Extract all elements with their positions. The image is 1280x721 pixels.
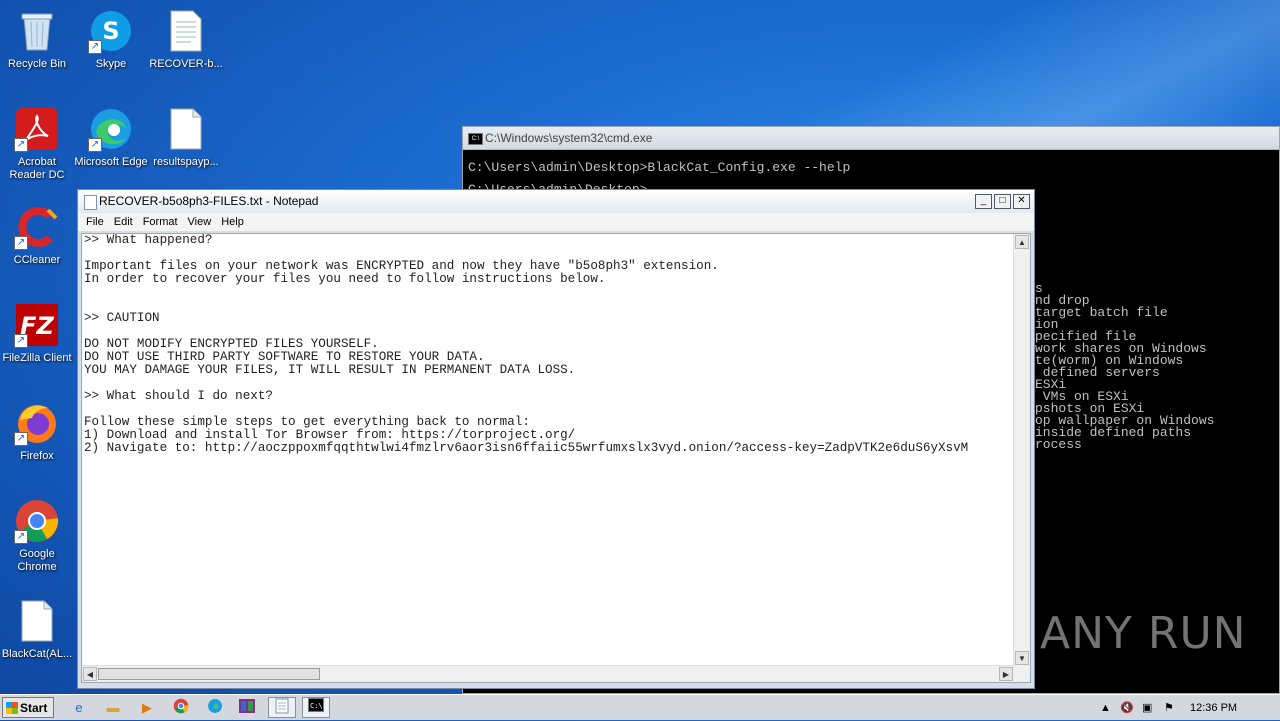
cmd-title: C:\Windows\system32\cmd.exe [485,131,653,145]
desktop-icon-blackcat[interactable]: BlackCat(AL... [0,598,74,661]
menu-view[interactable]: View [183,213,217,231]
cmd-command-line: C:\Users\admin\Desktop>BlackCat_Config.e… [468,160,851,175]
clock[interactable]: 12:36 PM [1190,695,1237,721]
desktop-icon-resultspayp[interactable]: resultspayp... [149,106,223,169]
cmd-icon: C:\ [468,133,483,145]
network-icon[interactable]: ▣ [1142,695,1152,721]
desktop-icon-ccleaner[interactable]: ↗ CCleaner [0,204,74,267]
desktop-icon-acrobat[interactable]: ↗ Acrobat Reader DC [0,106,74,182]
notepad-taskbar-button[interactable] [268,697,296,718]
ie-icon[interactable]: e [68,698,90,718]
desktop-icon-skype[interactable]: S ↗ Skype [74,8,148,71]
icon-label: RECOVER-b... [149,58,223,70]
filezilla-icon: FZ ↗ [14,302,60,348]
start-button[interactable]: Start [2,697,54,718]
svg-text:C:\: C:\ [310,702,323,710]
editor-content[interactable]: >> What happened? Important files on you… [84,234,1014,455]
firefox-icon: ↗ [14,400,60,446]
shortcut-arrow-icon: ↗ [14,530,28,544]
desktop-icon-chrome[interactable]: ↗ Google Chrome [0,498,74,574]
icon-label: FileZilla Client [2,352,72,364]
horizontal-scroll-thumb[interactable] [98,668,320,680]
maximize-button[interactable]: □ [994,194,1011,209]
shortcut-arrow-icon: ↗ [14,432,28,446]
menu-help[interactable]: Help [216,213,249,231]
icon-label: Acrobat Reader DC [9,156,65,181]
explorer-folder-icon[interactable]: ▬ [102,698,124,718]
notepad-window[interactable]: RECOVER-b5o8ph3-FILES.txt - Notepad _ □ … [77,189,1035,689]
system-tray: ▲ 🔇 ▣ ⚑ 12:36 PM [1100,695,1280,721]
desktop-icon-filezilla[interactable]: FZ ↗ FileZilla Client [0,302,74,365]
icon-label: resultspayp... [153,156,219,168]
svg-text:S: S [102,17,119,45]
skype-icon: S ↗ [88,8,134,54]
acrobat-icon: ↗ [14,106,60,152]
taskbar: Start e ▬ ▶ C:\ ▲ 🔇 ▣ ⚑ 12:36 PM [0,694,1280,720]
file-icon [163,106,209,152]
anyrun-watermark: ANY RUN [1040,608,1247,659]
shortcut-arrow-icon: ↗ [14,138,28,152]
icon-label: Recycle Bin [7,58,67,70]
minimize-button[interactable]: _ [975,194,992,209]
scroll-up-icon[interactable]: ▲ [1015,235,1029,249]
icon-label: BlackCat(AL... [1,648,73,660]
desktop-icon-edge[interactable]: ↗ Microsoft Edge [74,106,148,169]
icon-label: CCleaner [13,254,61,266]
icon-label: Microsoft Edge [74,156,148,168]
cmd-help-output: s nd drop target batch file ion pecified… [1035,281,1215,452]
resize-grip[interactable] [1014,666,1030,682]
chrome-taskbar-icon[interactable] [170,698,192,718]
menu-format[interactable]: Format [138,213,183,231]
shortcut-arrow-icon: ↗ [14,236,28,250]
shortcut-arrow-icon: ↗ [14,334,28,348]
desktop-icon-firefox[interactable]: ↗ Firefox [0,400,74,463]
menu-edit[interactable]: Edit [109,213,138,231]
flag-icon[interactable]: ⚑ [1164,695,1174,721]
chrome-icon: ↗ [14,498,60,544]
recycle-bin-icon [14,8,60,54]
menu-file[interactable]: File [81,213,109,231]
desktop-icon-recycle-bin[interactable]: Recycle Bin [0,8,74,71]
text-editor[interactable]: >> What happened? Important files on you… [81,233,1031,683]
scroll-right-icon[interactable]: ▶ [999,667,1013,681]
horizontal-scrollbar[interactable]: ◀ ▶ [82,665,1014,682]
tray-expand-icon[interactable]: ▲ [1100,695,1111,721]
notepad-icon [84,195,97,210]
shortcut-arrow-icon: ↗ [88,40,102,54]
media-player-icon[interactable]: ▶ [136,698,158,718]
notepad-title: RECOVER-b5o8ph3-FILES.txt - Notepad [99,194,319,208]
edge-taskbar-icon[interactable] [204,698,226,718]
cmd-taskbar-button[interactable]: C:\ [302,697,330,718]
edge-icon: ↗ [88,106,134,152]
text-file-icon [163,8,209,54]
file-icon [14,598,60,644]
cmd-title-bar[interactable]: C:\ C:\Windows\system32\cmd.exe [463,127,1279,150]
close-button[interactable]: ✕ [1013,194,1030,209]
menu-bar: File Edit Format View Help [78,213,1034,231]
scroll-down-icon[interactable]: ▼ [1015,651,1029,665]
desktop: Recycle Bin S ↗ Skype RECOVER-b... ↗ Acr… [0,0,1280,694]
windows-flag-icon [6,702,18,714]
shortcut-arrow-icon: ↗ [88,138,102,152]
vertical-scrollbar[interactable]: ▲ ▼ [1013,234,1030,666]
start-label: Start [20,701,48,715]
icon-label: Google Chrome [17,548,57,573]
icon-label: Firefox [20,450,54,462]
scroll-left-icon[interactable]: ◀ [83,667,97,681]
desktop-icon-recover-file[interactable]: RECOVER-b... [149,8,223,71]
icon-label: Skype [95,58,127,70]
ccleaner-icon: ↗ [14,204,60,250]
winrar-icon[interactable] [236,698,258,718]
volume-mute-icon[interactable]: 🔇 [1120,695,1134,721]
notepad-title-bar[interactable]: RECOVER-b5o8ph3-FILES.txt - Notepad _ □ … [78,190,1034,213]
